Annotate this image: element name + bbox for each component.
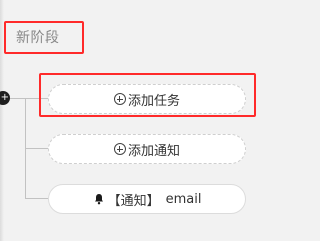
notification-tag: 【通知】 — [107, 193, 160, 209]
notification-channel: email — [165, 191, 202, 207]
connector-line-bottom — [25, 198, 48, 199]
add-notice-label: 添加通知 — [127, 143, 180, 159]
bell-icon — [94, 194, 103, 205]
plus-circle-icon — [113, 143, 126, 155]
highlight-box-add-task — [39, 73, 256, 117]
add-notice-button[interactable]: 添加通知 — [48, 134, 246, 164]
stage-node-toggle[interactable]: + — [0, 91, 10, 105]
workflow-canvas: 新阶段 + 添加任务 添加通知 【通知】 email — [0, 0, 301, 241]
email-notification-item[interactable]: 【通知】 email — [48, 184, 246, 214]
highlight-box-stage-title — [4, 21, 84, 54]
connector-line-middle — [25, 148, 48, 149]
